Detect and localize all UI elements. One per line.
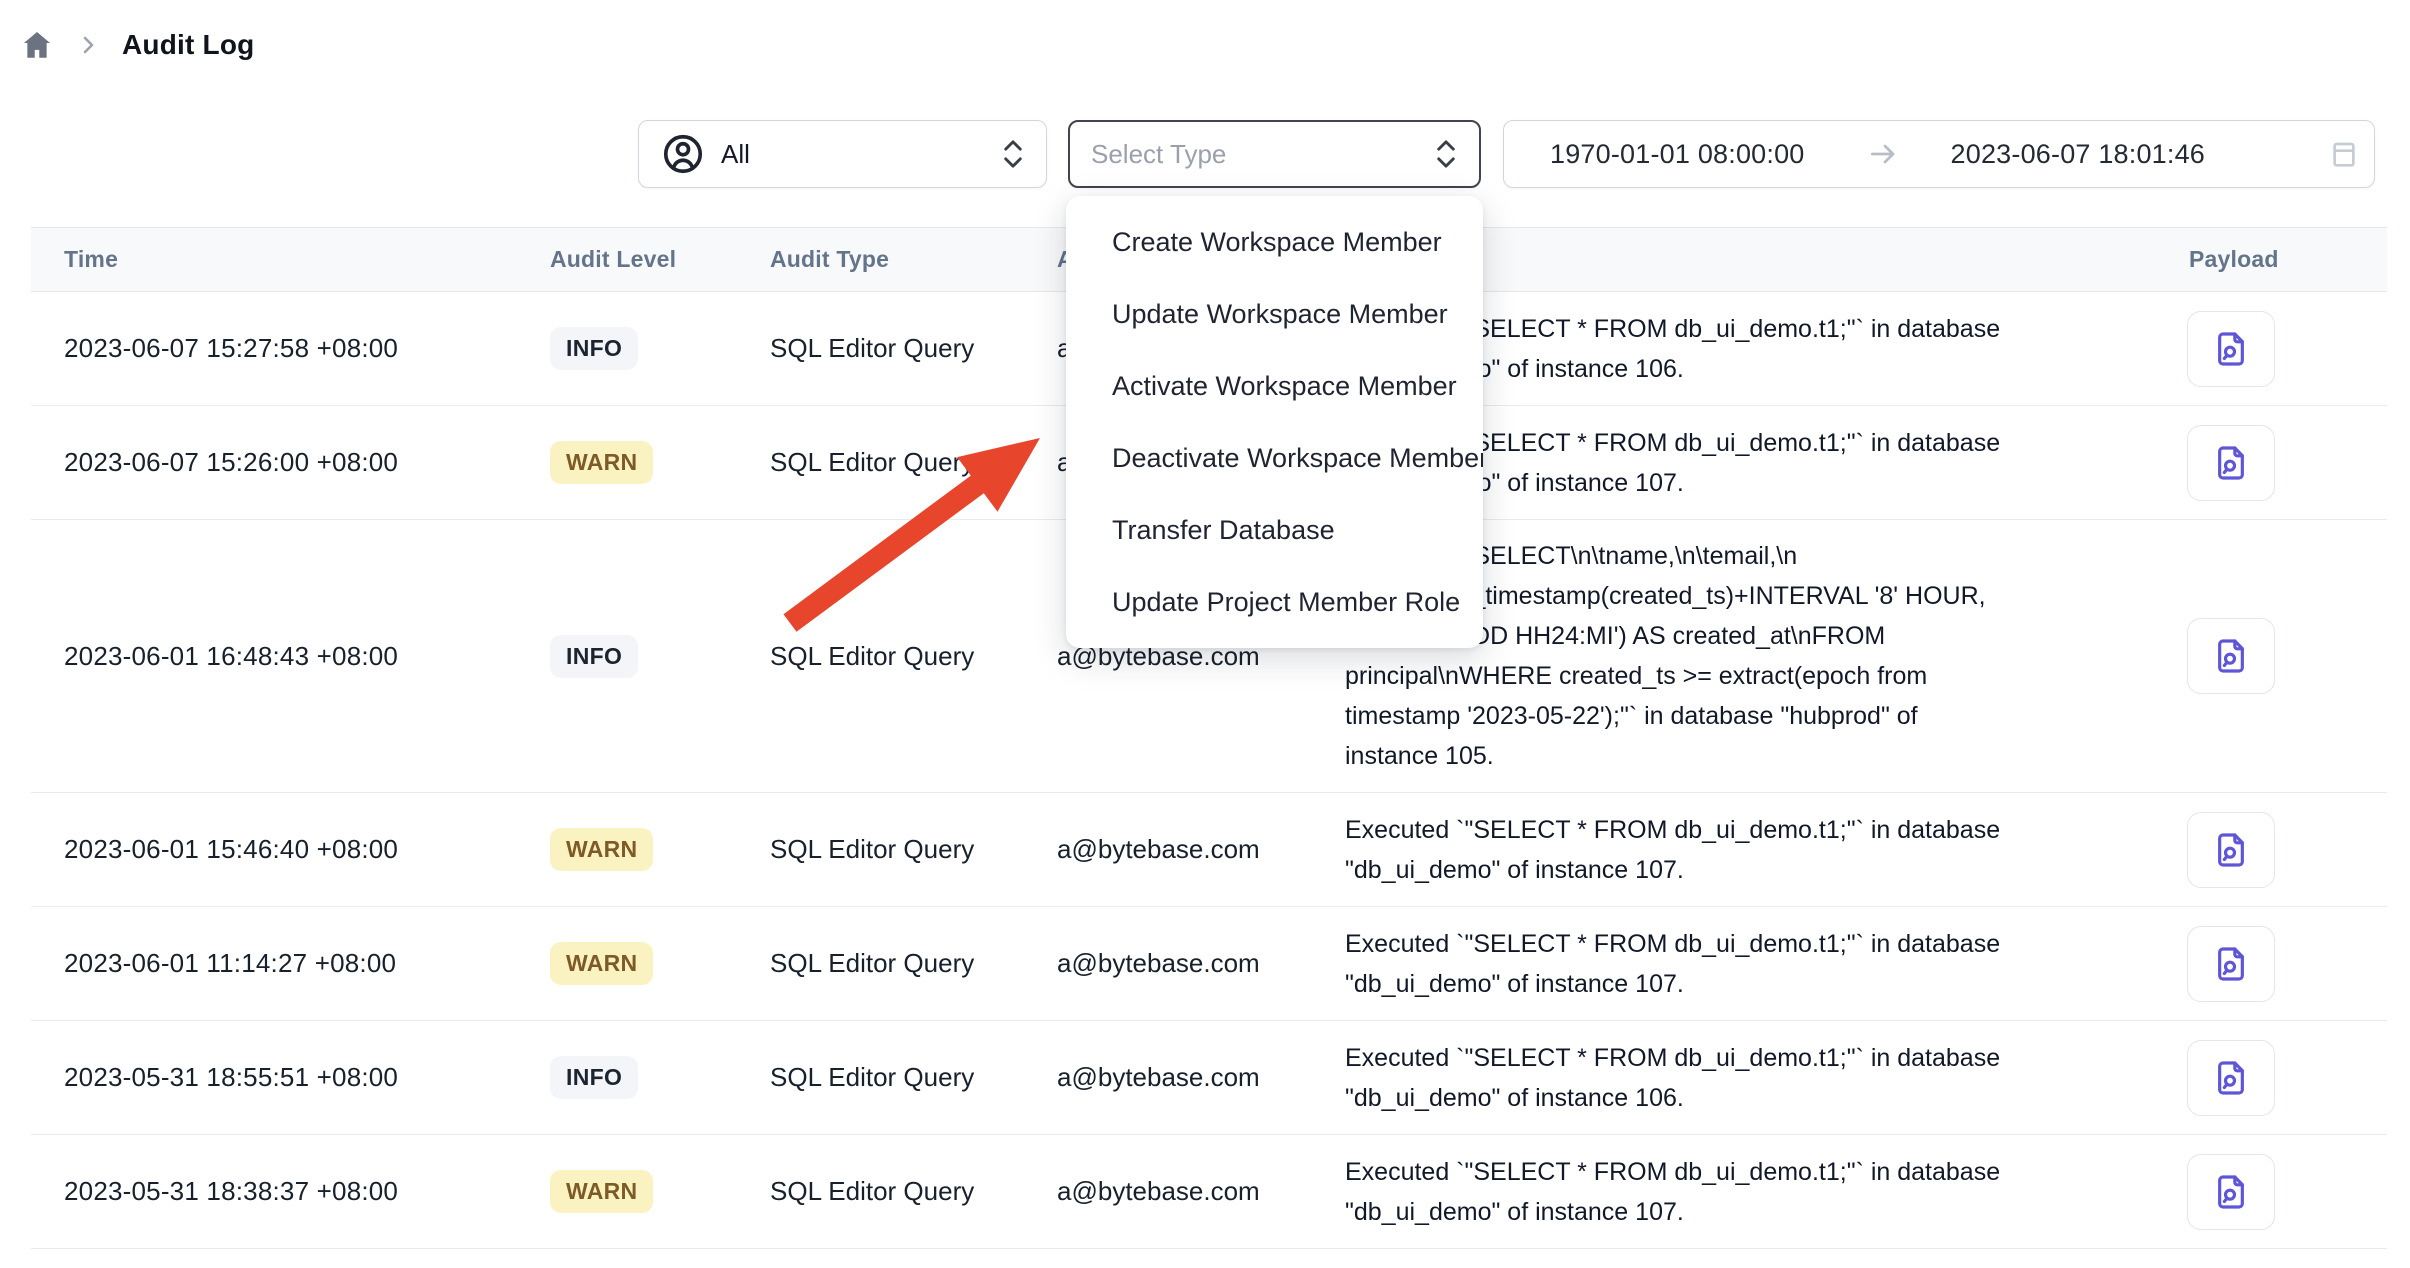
- file-search-icon: [2211, 1058, 2251, 1098]
- type-cell: SQL Editor Query: [770, 406, 1057, 520]
- col-header-type: Audit Type: [770, 228, 1057, 292]
- view-payload-button[interactable]: [2187, 311, 2275, 387]
- level-cell: WARN: [550, 907, 770, 1021]
- time-cell: 2023-06-01 15:46:40 +08:00: [31, 793, 550, 907]
- payload-cell: [2141, 520, 2387, 793]
- view-payload-button[interactable]: [2187, 1154, 2275, 1230]
- type-cell: SQL Editor Query: [770, 793, 1057, 907]
- actor-cell: a@bytebase.com: [1057, 793, 1345, 907]
- table-row: 2023-05-31 18:55:51 +08:00 INFO SQL Edit…: [31, 1021, 2387, 1135]
- payload-cell: [2141, 793, 2387, 907]
- table-row: 2023-06-01 15:46:40 +08:00 WARN SQL Edit…: [31, 793, 2387, 907]
- actor-filter-value: All: [721, 139, 750, 170]
- level-cell: WARN: [550, 1135, 770, 1249]
- view-payload-button[interactable]: [2187, 425, 2275, 501]
- date-range-picker[interactable]: 1970-01-01 08:00:00 2023-06-07 18:01:46: [1503, 120, 2375, 188]
- audit-log-page: Audit Log All Select Type 1970-01-01 08:…: [0, 0, 2410, 1268]
- view-payload-button[interactable]: [2187, 1040, 2275, 1116]
- type-menu: Create Workspace Member Update Workspace…: [1066, 196, 1483, 648]
- type-menu-item[interactable]: Activate Workspace Member: [1066, 350, 1483, 422]
- type-filter-placeholder: Select Type: [1091, 139, 1226, 170]
- audit-level-badge: WARN: [550, 942, 653, 985]
- calendar-icon: [2328, 138, 2360, 170]
- level-cell: WARN: [550, 406, 770, 520]
- col-header-payload: Payload: [2141, 228, 2387, 292]
- type-menu-item[interactable]: Deactivate Workspace Member: [1066, 422, 1483, 494]
- audit-level-badge: INFO: [550, 1056, 638, 1099]
- actor-cell: a@bytebase.com: [1057, 1135, 1345, 1249]
- time-cell: 2023-05-31 18:38:37 +08:00: [31, 1135, 550, 1249]
- level-cell: INFO: [550, 520, 770, 793]
- payload-cell: [2141, 1021, 2387, 1135]
- type-cell: SQL Editor Query: [770, 907, 1057, 1021]
- chevron-right-icon: [76, 33, 100, 57]
- page-title: Audit Log: [122, 29, 254, 61]
- file-search-icon: [2211, 1172, 2251, 1212]
- type-menu-item[interactable]: Update Workspace Member: [1066, 278, 1483, 350]
- type-cell: SQL Editor Query: [770, 1021, 1057, 1135]
- audit-level-badge: WARN: [550, 441, 653, 484]
- file-search-icon: [2211, 944, 2251, 984]
- home-icon[interactable]: [20, 28, 54, 62]
- audit-level-badge: WARN: [550, 828, 653, 871]
- comment-cell: Executed `"SELECT * FROM db_ui_demo.t1;"…: [1345, 1135, 2141, 1249]
- type-menu-item[interactable]: Transfer Database: [1066, 494, 1483, 566]
- actor-cell: a@bytebase.com: [1057, 1021, 1345, 1135]
- comment-cell: Executed `"SELECT * FROM db_ui_demo.t1;"…: [1345, 1021, 2141, 1135]
- view-payload-button[interactable]: [2187, 618, 2275, 694]
- type-cell: SQL Editor Query: [770, 1135, 1057, 1249]
- payload-cell: [2141, 907, 2387, 1021]
- file-search-icon: [2211, 443, 2251, 483]
- time-cell: 2023-06-07 15:26:00 +08:00: [31, 406, 550, 520]
- payload-cell: [2141, 292, 2387, 406]
- payload-cell: [2141, 1135, 2387, 1249]
- actor-filter-select[interactable]: All: [638, 120, 1047, 188]
- actor-cell: a@bytebase.com: [1057, 907, 1345, 1021]
- type-filter-select[interactable]: Select Type: [1068, 120, 1481, 188]
- date-range-end: 2023-06-07 18:01:46: [1951, 139, 2206, 170]
- comment-cell: Executed `"SELECT * FROM db_ui_demo.t1;"…: [1345, 793, 2141, 907]
- table-row: 2023-05-31 18:38:37 +08:00 WARN SQL Edit…: [31, 1135, 2387, 1249]
- time-cell: 2023-06-07 15:27:58 +08:00: [31, 292, 550, 406]
- arrow-right-icon: [1867, 138, 1899, 170]
- file-search-icon: [2211, 830, 2251, 870]
- type-menu-item[interactable]: Update Project Member Role: [1066, 566, 1483, 638]
- type-cell: SQL Editor Query: [770, 292, 1057, 406]
- comment-cell: Executed `"SELECT * FROM db_ui_demo.t1;"…: [1345, 907, 2141, 1021]
- table-row: 2023-06-01 11:14:27 +08:00 WARN SQL Edit…: [31, 907, 2387, 1021]
- time-cell: 2023-05-31 18:55:51 +08:00: [31, 1021, 550, 1135]
- level-cell: INFO: [550, 292, 770, 406]
- view-payload-button[interactable]: [2187, 812, 2275, 888]
- type-menu-item[interactable]: Create Workspace Member: [1066, 206, 1483, 278]
- chevrons-up-down-icon: [1431, 137, 1461, 171]
- breadcrumb: Audit Log: [20, 22, 254, 68]
- chevrons-up-down-icon: [998, 137, 1028, 171]
- audit-level-badge: INFO: [550, 635, 638, 678]
- col-header-time: Time: [31, 228, 550, 292]
- level-cell: INFO: [550, 1021, 770, 1135]
- type-cell: SQL Editor Query: [770, 520, 1057, 793]
- level-cell: WARN: [550, 793, 770, 907]
- file-search-icon: [2211, 329, 2251, 369]
- time-cell: 2023-06-01 16:48:43 +08:00: [31, 520, 550, 793]
- col-header-level: Audit Level: [550, 228, 770, 292]
- payload-cell: [2141, 406, 2387, 520]
- file-search-icon: [2211, 636, 2251, 676]
- audit-level-badge: WARN: [550, 1170, 653, 1213]
- audit-level-badge: INFO: [550, 327, 638, 370]
- time-cell: 2023-06-01 11:14:27 +08:00: [31, 907, 550, 1021]
- view-payload-button[interactable]: [2187, 926, 2275, 1002]
- user-circle-icon: [661, 132, 705, 176]
- date-range-start: 1970-01-01 08:00:00: [1550, 139, 1805, 170]
